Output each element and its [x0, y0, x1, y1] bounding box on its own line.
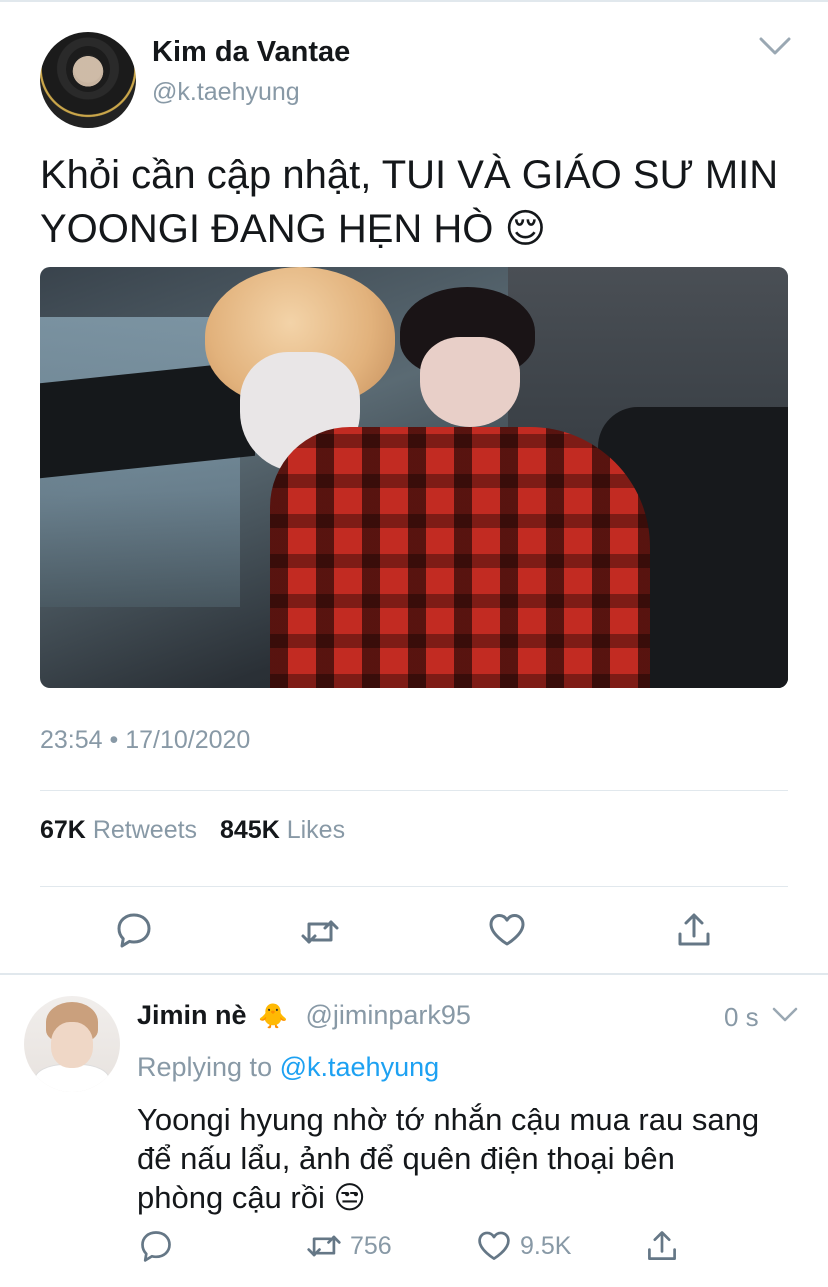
reply-text-line: phòng cậu rồi 😒 — [137, 1180, 366, 1215]
chick-emoji: 🐥 — [258, 1003, 288, 1030]
reply-icon — [117, 913, 151, 948]
likes-count: 845K — [220, 816, 280, 844]
author-name[interactable]: Kim da Vantae — [152, 36, 350, 69]
reply-share-button[interactable] — [644, 1228, 680, 1264]
tweet-stats: 67K Retweets 845K Likes — [40, 816, 345, 845]
replying-prefix: Replying to — [137, 1052, 273, 1082]
share-button[interactable] — [674, 910, 714, 950]
replying-to: Replying to @k.taehyung — [137, 1052, 439, 1083]
retweets-stat[interactable]: 67K Retweets — [40, 816, 197, 844]
tweet-photo[interactable] — [40, 267, 788, 688]
like-button[interactable] — [487, 910, 527, 950]
tweet-timestamp: 23:54 • 17/10/2020 — [40, 726, 251, 754]
reply-retweet-button[interactable]: 756 — [306, 1228, 392, 1264]
tweet-text: Khỏi cần cập nhật, TUI VÀ GIÁO SƯ MIN YO… — [40, 148, 800, 256]
chevron-down-icon[interactable] — [758, 34, 792, 58]
reply-author-handle[interactable]: @jiminpark95 — [305, 1000, 470, 1030]
retweet-button[interactable] — [300, 912, 340, 952]
reply-text-line: để nấu lẩu, ảnh để quên điện thoại bên — [137, 1141, 675, 1176]
reply-author-avatar[interactable] — [24, 996, 120, 1092]
divider — [40, 886, 788, 887]
reply-author-name[interactable]: Jimin nè — [137, 1000, 247, 1030]
reply-time: 0 s — [724, 1002, 759, 1032]
author-avatar[interactable] — [40, 32, 136, 128]
reply-text: Yoongi hyung nhờ tớ nhắn cậu mua rau san… — [137, 1100, 797, 1217]
like-icon — [478, 1231, 510, 1260]
chevron-down-icon[interactable] — [772, 1006, 798, 1024]
photo-plaid-shirt — [270, 427, 650, 688]
mention-link[interactable]: @k.taehyung — [280, 1052, 440, 1082]
top-divider — [0, 0, 828, 2]
author-handle[interactable]: @k.taehyung — [152, 78, 300, 107]
retweet-icon — [301, 920, 339, 944]
tweet-text-line: YOONGI ĐANG HẸN HÒ 😌 — [40, 207, 547, 251]
reply-icon — [141, 1231, 171, 1262]
retweets-label: Retweets — [92, 816, 198, 844]
share-icon — [678, 913, 710, 946]
tweet-text-line: Khỏi cần cập nhật, TUI VÀ GIÁO SƯ MIN — [40, 153, 779, 197]
photo-person-face — [420, 337, 520, 427]
reply-like-button[interactable]: 9.5K — [476, 1228, 571, 1264]
reply-like-count: 9.5K — [520, 1231, 572, 1260]
likes-stat[interactable]: 845K Likes — [220, 816, 345, 844]
share-icon — [648, 1231, 676, 1260]
divider — [40, 790, 788, 791]
reply-button[interactable] — [114, 910, 154, 950]
reply-text-line: Yoongi hyung nhờ tớ nhắn cậu mua rau san… — [137, 1102, 760, 1137]
reply-header: Jimin nè 🐥 @jiminpark95 — [137, 1000, 471, 1031]
reply-reply-button[interactable] — [138, 1228, 174, 1264]
reply-retweet-count: 756 — [350, 1231, 392, 1260]
like-icon — [489, 914, 525, 946]
retweet-icon — [307, 1235, 341, 1257]
section-divider — [0, 973, 828, 975]
likes-label: Likes — [286, 816, 346, 844]
retweets-count: 67K — [40, 816, 86, 844]
